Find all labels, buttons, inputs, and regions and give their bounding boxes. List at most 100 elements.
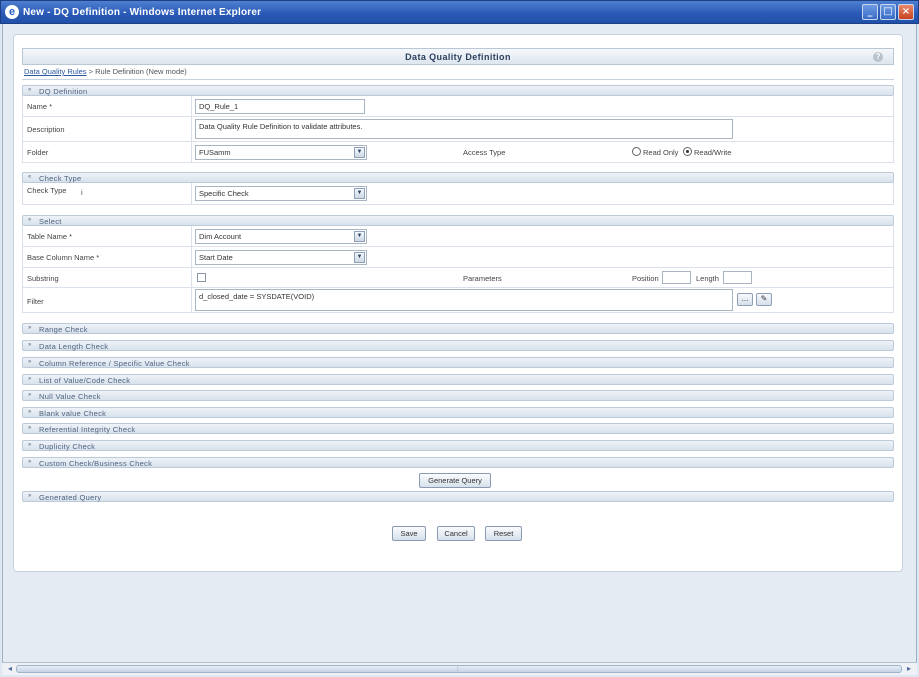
base-column-select[interactable]: Start Date ▼ — [195, 250, 367, 265]
cell-divider — [191, 247, 192, 267]
substring-checkbox[interactable] — [197, 273, 206, 282]
base-column-row: Base Column Name * Start Date ▼ — [22, 247, 894, 268]
read-only-label: Read Only — [643, 148, 679, 157]
filter-label: Filter — [27, 297, 44, 306]
section-data-length-check[interactable]: » Data Length Check — [22, 340, 894, 351]
divider — [22, 79, 894, 80]
window-controls: _ □ × — [862, 4, 914, 20]
browser-client-area: Data Quality Definition ? Data Quality R… — [2, 24, 917, 664]
cell-divider — [191, 142, 192, 162]
read-write-label: Read/Write — [694, 148, 732, 157]
window-title-bar: e New - DQ Definition - Windows Internet… — [0, 0, 919, 24]
section-title: Custom Check/Business Check — [39, 459, 153, 468]
page-header: Data Quality Definition ? — [22, 48, 894, 65]
help-icon[interactable]: ? — [873, 52, 883, 62]
section-blank-value-check[interactable]: » Blank value Check — [22, 407, 894, 418]
cell-divider — [191, 183, 192, 204]
folder-row: Folder FUSamm ▼ Access Type Read Only Re… — [22, 142, 894, 163]
check-type-value: Specific Check — [199, 189, 249, 198]
table-name-select[interactable]: Dim Account ▼ — [195, 229, 367, 244]
maximize-icon[interactable]: □ — [880, 4, 896, 20]
length-input[interactable] — [723, 271, 752, 284]
description-label: Description — [27, 125, 65, 134]
expand-icon: » — [28, 342, 32, 348]
read-write-radio[interactable] — [683, 147, 692, 156]
section-title: List of Value/Code Check — [39, 376, 131, 385]
description-textarea[interactable]: Data Quality Rule Definition to validate… — [195, 119, 733, 139]
ellipsis-button[interactable]: ... — [737, 293, 753, 306]
description-row: Description Data Quality Rule Definition… — [22, 117, 894, 142]
expand-icon: » — [28, 425, 32, 431]
reset-button[interactable]: Reset — [485, 526, 522, 541]
section-range-check[interactable]: » Range Check — [22, 323, 894, 334]
breadcrumb-separator: > — [86, 67, 96, 76]
section-title: Data Length Check — [39, 342, 109, 351]
cell-divider — [191, 117, 192, 141]
section-title: Range Check — [39, 325, 88, 334]
filter-textarea[interactable]: d_closed_date = SYSDATE(VOID) — [195, 289, 733, 311]
save-button[interactable]: Save — [392, 526, 426, 541]
minimize-icon[interactable]: _ — [862, 4, 878, 20]
section-select[interactable]: « Select — [22, 215, 894, 226]
cancel-button[interactable]: Cancel — [437, 526, 475, 541]
cell-divider — [191, 288, 192, 312]
name-label: Name * — [27, 102, 53, 111]
read-only-radio[interactable] — [632, 147, 641, 156]
section-column-reference-check[interactable]: » Column Reference / Specific Value Chec… — [22, 357, 894, 368]
close-icon[interactable]: × — [898, 4, 914, 20]
folder-value: FUSamm — [199, 148, 231, 157]
collapse-icon: « — [28, 217, 32, 223]
window-title: New - DQ Definition - Windows Internet E… — [23, 7, 262, 18]
cell-divider — [191, 226, 192, 246]
chevron-down-icon: ▼ — [354, 188, 365, 199]
section-referential-integrity-check[interactable]: » Referential Integrity Check — [22, 423, 894, 434]
folder-label: Folder — [27, 148, 49, 157]
folder-select[interactable]: FUSamm ▼ — [195, 145, 367, 160]
check-type-select[interactable]: Specific Check ▼ — [195, 186, 367, 201]
chevron-down-icon: ▼ — [354, 252, 365, 263]
expand-icon: » — [28, 459, 32, 465]
expand-icon: » — [28, 325, 32, 331]
section-null-value-check[interactable]: » Null Value Check — [22, 390, 894, 401]
scroll-left-icon[interactable]: ◂ — [4, 664, 16, 674]
scrollbar-grip-icon: ⁞ — [457, 667, 459, 673]
generate-query-button[interactable]: Generate Query — [419, 473, 491, 488]
section-dq-definition[interactable]: « DQ Definition — [22, 85, 894, 96]
section-title: Duplicity Check — [39, 442, 96, 451]
section-custom-business-check[interactable]: » Custom Check/Business Check — [22, 457, 894, 468]
substring-row: Substring Parameters Position Length — [22, 268, 894, 288]
expand-icon: » — [28, 359, 32, 365]
section-title: Blank value Check — [39, 409, 107, 418]
section-title: Check Type — [39, 174, 82, 183]
scrollbar-thumb[interactable]: ⁞ — [16, 665, 902, 673]
collapse-icon: « — [28, 87, 32, 93]
length-label: Length — [696, 274, 719, 283]
check-type-label: Check Type — [27, 186, 67, 195]
section-title: DQ Definition — [39, 87, 88, 96]
substring-label: Substring — [27, 274, 59, 283]
section-check-type[interactable]: « Check Type — [22, 172, 894, 183]
parameters-label: Parameters — [463, 274, 502, 283]
section-title: Generated Query — [39, 493, 102, 502]
section-duplicity-check[interactable]: » Duplicity Check — [22, 440, 894, 451]
internet-explorer-icon: e — [5, 5, 19, 19]
position-label: Position — [632, 274, 659, 283]
cell-divider — [191, 268, 192, 287]
section-generated-query[interactable]: » Generated Query — [22, 491, 894, 502]
expand-icon: » — [28, 376, 32, 382]
check-type-row: Check Type i Specific Check ▼ — [22, 183, 894, 205]
info-icon[interactable]: i — [81, 188, 83, 197]
table-name-label: Table Name * — [27, 232, 73, 241]
position-input[interactable] — [662, 271, 691, 284]
filter-row: Filter d_closed_date = SYSDATE(VOID) ...… — [22, 288, 894, 313]
horizontal-scrollbar[interactable]: ◂ ⁞ ▸ — [2, 662, 917, 675]
name-input[interactable]: DQ_Rule_1 — [195, 99, 365, 114]
edit-expression-icon[interactable]: ✎ — [756, 293, 772, 306]
collapse-icon: « — [28, 174, 32, 180]
expand-icon: » — [28, 493, 32, 499]
section-list-of-value-check[interactable]: » List of Value/Code Check — [22, 374, 894, 385]
scroll-right-icon[interactable]: ▸ — [903, 664, 915, 674]
table-name-value: Dim Account — [199, 232, 242, 241]
cell-divider — [191, 96, 192, 116]
breadcrumb-link-data-quality-rules[interactable]: Data Quality Rules — [24, 67, 87, 76]
